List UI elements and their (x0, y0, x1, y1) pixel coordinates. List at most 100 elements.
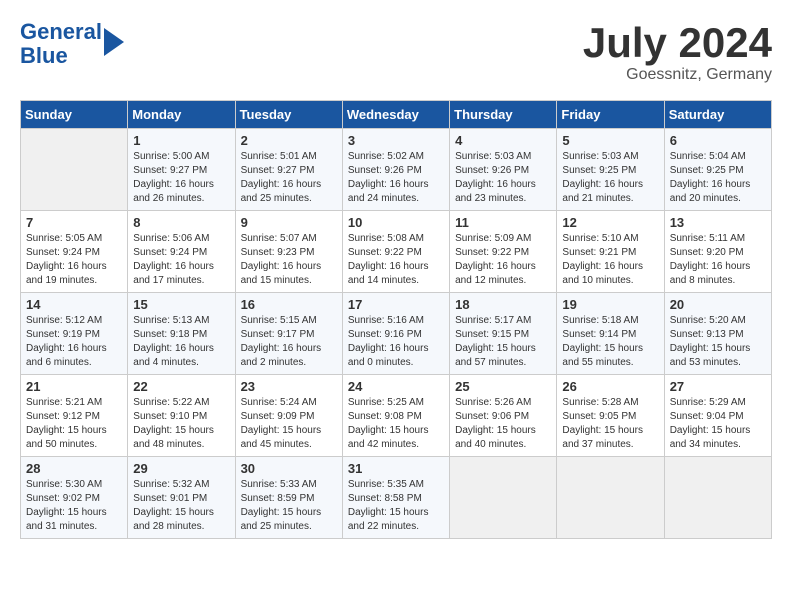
day-number: 14 (26, 297, 122, 312)
calendar-cell (557, 457, 664, 539)
calendar-week-row: 14 Sunrise: 5:12 AMSunset: 9:19 PMDayligh… (21, 293, 772, 375)
calendar-week-row: 1 Sunrise: 5:00 AMSunset: 9:27 PMDaylight… (21, 129, 772, 211)
day-number: 25 (455, 379, 551, 394)
calendar-cell: 12 Sunrise: 5:10 AMSunset: 9:21 PMDayligh… (557, 211, 664, 293)
day-number: 28 (26, 461, 122, 476)
calendar-cell: 25 Sunrise: 5:26 AMSunset: 9:06 PMDayligh… (450, 375, 557, 457)
calendar-cell: 24 Sunrise: 5:25 AMSunset: 9:08 PMDayligh… (342, 375, 449, 457)
day-number: 2 (241, 133, 337, 148)
calendar-cell: 1 Sunrise: 5:00 AMSunset: 9:27 PMDaylight… (128, 129, 235, 211)
day-number: 1 (133, 133, 229, 148)
day-info: Sunrise: 5:24 AMSunset: 9:09 PMDaylight:… (241, 396, 337, 452)
calendar-cell: 30 Sunrise: 5:33 AMSunset: 8:59 PMDayligh… (235, 457, 342, 539)
day-info: Sunrise: 5:26 AMSunset: 9:06 PMDaylight:… (455, 396, 551, 452)
calendar-cell: 26 Sunrise: 5:28 AMSunset: 9:05 PMDayligh… (557, 375, 664, 457)
calendar-cell: 23 Sunrise: 5:24 AMSunset: 9:09 PMDayligh… (235, 375, 342, 457)
day-info: Sunrise: 5:28 AMSunset: 9:05 PMDaylight:… (562, 396, 658, 452)
day-number: 18 (455, 297, 551, 312)
day-info: Sunrise: 5:06 AMSunset: 9:24 PMDaylight:… (133, 232, 229, 288)
calendar-cell: 7 Sunrise: 5:05 AMSunset: 9:24 PMDaylight… (21, 211, 128, 293)
day-info: Sunrise: 5:00 AMSunset: 9:27 PMDaylight:… (133, 150, 229, 206)
day-info: Sunrise: 5:12 AMSunset: 9:19 PMDaylight:… (26, 314, 122, 370)
day-info: Sunrise: 5:21 AMSunset: 9:12 PMDaylight:… (26, 396, 122, 452)
day-number: 4 (455, 133, 551, 148)
calendar-cell: 15Sunrise: 5:13 AMSunset: 9:18 PMDayligh… (128, 293, 235, 375)
day-number: 15 (133, 297, 229, 312)
calendar-cell: 11 Sunrise: 5:09 AMSunset: 9:22 PMDayligh… (450, 211, 557, 293)
day-number: 17 (348, 297, 444, 312)
col-monday: Monday (128, 101, 235, 129)
calendar-cell: 2 Sunrise: 5:01 AMSunset: 9:27 PMDaylight… (235, 129, 342, 211)
day-info: Sunrise: 5:30 AMSunset: 9:02 PMDaylight:… (26, 478, 122, 534)
day-info: Sunrise: 5:07 AMSunset: 9:23 PMDaylight:… (241, 232, 337, 288)
calendar-week-row: 28 Sunrise: 5:30 AMSunset: 9:02 PMDayligh… (21, 457, 772, 539)
day-info: Sunrise: 5:05 AMSunset: 9:24 PMDaylight:… (26, 232, 122, 288)
day-info: Sunrise: 5:03 AMSunset: 9:26 PMDaylight:… (455, 150, 551, 206)
calendar-cell: 19 Sunrise: 5:18 AMSunset: 9:14 PMDayligh… (557, 293, 664, 375)
title-block: July 2024 Goessnitz, Germany (583, 20, 772, 84)
col-sunday: Sunday (21, 101, 128, 129)
calendar-cell: 20 Sunrise: 5:20 AMSunset: 9:13 PMDayligh… (664, 293, 771, 375)
day-info: Sunrise: 5:20 AMSunset: 9:13 PMDaylight:… (670, 314, 766, 370)
calendar-cell: 28 Sunrise: 5:30 AMSunset: 9:02 PMDayligh… (21, 457, 128, 539)
calendar-week-row: 7 Sunrise: 5:05 AMSunset: 9:24 PMDaylight… (21, 211, 772, 293)
day-info: Sunrise: 5:01 AMSunset: 9:27 PMDaylight:… (241, 150, 337, 206)
day-info: Sunrise: 5:33 AMSunset: 8:59 PMDaylight:… (241, 478, 337, 534)
day-number: 30 (241, 461, 337, 476)
calendar-body: 1 Sunrise: 5:00 AMSunset: 9:27 PMDaylight… (21, 129, 772, 539)
calendar-cell: 10Sunrise: 5:08 AMSunset: 9:22 PMDayligh… (342, 211, 449, 293)
col-wednesday: Wednesday (342, 101, 449, 129)
day-info: Sunrise: 5:16 AMSunset: 9:16 PMDaylight:… (348, 314, 444, 370)
day-number: 31 (348, 461, 444, 476)
day-number: 26 (562, 379, 658, 394)
day-number: 21 (26, 379, 122, 394)
calendar-cell: 27Sunrise: 5:29 AMSunset: 9:04 PMDayligh… (664, 375, 771, 457)
day-number: 24 (348, 379, 444, 394)
calendar-cell: 16Sunrise: 5:15 AMSunset: 9:17 PMDayligh… (235, 293, 342, 375)
day-number: 13 (670, 215, 766, 230)
logo-general: General (20, 19, 102, 44)
day-number: 20 (670, 297, 766, 312)
logo-blue: Blue (20, 43, 68, 68)
location-title: Goessnitz, Germany (583, 66, 772, 84)
day-info: Sunrise: 5:35 AMSunset: 8:58 PMDaylight:… (348, 478, 444, 534)
calendar-cell: 4 Sunrise: 5:03 AMSunset: 9:26 PMDaylight… (450, 129, 557, 211)
calendar-cell (21, 129, 128, 211)
calendar-cell: 31 Sunrise: 5:35 AMSunset: 8:58 PMDayligh… (342, 457, 449, 539)
day-number: 12 (562, 215, 658, 230)
day-info: Sunrise: 5:18 AMSunset: 9:14 PMDaylight:… (562, 314, 658, 370)
day-number: 9 (241, 215, 337, 230)
day-number: 7 (26, 215, 122, 230)
day-info: Sunrise: 5:32 AMSunset: 9:01 PMDaylight:… (133, 478, 229, 534)
calendar-cell: 14 Sunrise: 5:12 AMSunset: 9:19 PMDayligh… (21, 293, 128, 375)
day-number: 10 (348, 215, 444, 230)
month-title: July 2024 (583, 20, 772, 66)
calendar-cell: 3Sunrise: 5:02 AMSunset: 9:26 PMDaylight… (342, 129, 449, 211)
calendar-cell: 13Sunrise: 5:11 AMSunset: 9:20 PMDayligh… (664, 211, 771, 293)
day-number: 23 (241, 379, 337, 394)
day-number: 11 (455, 215, 551, 230)
col-thursday: Thursday (450, 101, 557, 129)
day-info: Sunrise: 5:09 AMSunset: 9:22 PMDaylight:… (455, 232, 551, 288)
calendar-cell (664, 457, 771, 539)
day-info: Sunrise: 5:03 AMSunset: 9:25 PMDaylight:… (562, 150, 658, 206)
header-row: Sunday Monday Tuesday Wednesday Thursday… (21, 101, 772, 129)
day-number: 16 (241, 297, 337, 312)
day-info: Sunrise: 5:04 AMSunset: 9:25 PMDaylight:… (670, 150, 766, 206)
page-header: General Blue July 2024 Goessnitz, German… (20, 20, 772, 84)
col-tuesday: Tuesday (235, 101, 342, 129)
day-number: 19 (562, 297, 658, 312)
calendar-cell: 21 Sunrise: 5:21 AMSunset: 9:12 PMDayligh… (21, 375, 128, 457)
day-info: Sunrise: 5:02 AMSunset: 9:26 PMDaylight:… (348, 150, 444, 206)
col-saturday: Saturday (664, 101, 771, 129)
logo-text: General Blue (20, 20, 102, 68)
calendar-table: Sunday Monday Tuesday Wednesday Thursday… (20, 100, 772, 539)
logo-arrow-icon (104, 28, 124, 56)
calendar-cell: 5Sunrise: 5:03 AMSunset: 9:25 PMDaylight… (557, 129, 664, 211)
day-info: Sunrise: 5:10 AMSunset: 9:21 PMDaylight:… (562, 232, 658, 288)
calendar-cell (450, 457, 557, 539)
calendar-cell: 22Sunrise: 5:22 AMSunset: 9:10 PMDayligh… (128, 375, 235, 457)
day-info: Sunrise: 5:25 AMSunset: 9:08 PMDaylight:… (348, 396, 444, 452)
col-friday: Friday (557, 101, 664, 129)
calendar-cell: 17 Sunrise: 5:16 AMSunset: 9:16 PMDayligh… (342, 293, 449, 375)
